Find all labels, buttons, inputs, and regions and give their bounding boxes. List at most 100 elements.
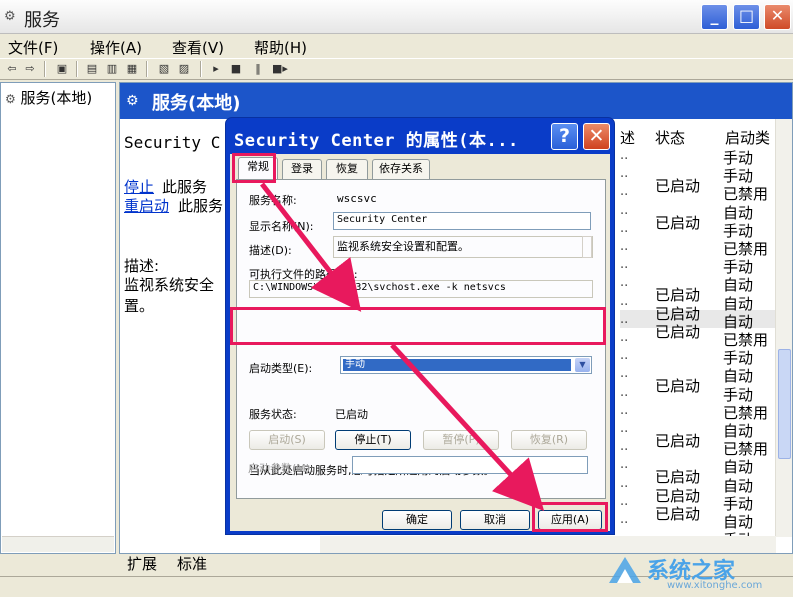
row-status[interactable]: 已启动 — [655, 503, 700, 524]
close-button[interactable]: ✕ — [764, 4, 791, 30]
menu-view[interactable]: 查看(V) — [172, 37, 224, 58]
vertical-scrollbar-thumb[interactable] — [778, 349, 791, 459]
dialog-help-button[interactable]: ? — [551, 123, 578, 150]
row-description-ellipsis: .. — [620, 366, 629, 382]
row-description-ellipsis: .. — [620, 166, 629, 182]
toolbar-separator — [76, 61, 78, 77]
column-header-description[interactable]: 述 — [620, 127, 635, 147]
highlight-startup-type — [230, 307, 606, 345]
start-service-icon[interactable]: ▸ — [208, 61, 224, 77]
refresh-icon[interactable]: ▥ — [104, 61, 120, 77]
console-tree: ⚙ 服务(本地) — [0, 82, 116, 554]
description-line-2: 置。 — [124, 297, 155, 315]
row-description-ellipsis: .. — [620, 439, 629, 455]
console-tree-icon[interactable]: ▣ — [54, 61, 70, 77]
services-gear-icon: ⚙ — [5, 92, 16, 106]
start-parameters-field[interactable] — [352, 456, 588, 474]
toolbar-separator — [200, 61, 202, 77]
properties-icon[interactable]: ▤ — [84, 61, 100, 77]
view-tabs: 扩展 标准 — [119, 553, 319, 575]
pause-button[interactable]: 暂停(P) — [423, 430, 499, 450]
row-status[interactable]: 已启动 — [655, 375, 700, 396]
start-button[interactable]: 启动(S) — [249, 430, 325, 450]
display-name-label: 显示名称(N): — [249, 220, 314, 233]
row-description-ellipsis: .. — [620, 275, 629, 291]
menu-help[interactable]: 帮助(H) — [254, 37, 307, 58]
dialog-close-button[interactable]: ✕ — [583, 123, 610, 150]
service-name-label: 服务名称: — [249, 194, 297, 207]
executable-path-field: C:\WINDOWS\System32\svchost.exe -k netsv… — [249, 280, 593, 298]
menu-action[interactable]: 操作(A) — [90, 37, 142, 58]
export-list-icon[interactable]: ▦ — [124, 61, 140, 77]
services-gear-icon: ⚙ — [4, 9, 16, 24]
stop-button[interactable]: 停止(T) — [335, 430, 411, 450]
row-description-ellipsis: .. — [620, 257, 629, 273]
highlight-apply-button — [532, 502, 608, 532]
description-label: 描述(D): — [249, 244, 292, 257]
cancel-button[interactable]: 取消 — [460, 510, 530, 530]
tab-standard[interactable]: 标准 — [177, 553, 207, 574]
tab-recovery[interactable]: 恢复 — [326, 159, 368, 179]
window-title: 服务 — [24, 10, 60, 31]
stop-service-link[interactable]: 停止 — [124, 176, 154, 197]
row-description-ellipsis: .. — [620, 311, 629, 327]
horizontal-scrollbar[interactable] — [320, 536, 776, 553]
window-titlebar[interactable]: ⚙ 服务 _ □ ✕ — [0, 0, 793, 34]
startup-type-label: 启动类型(E): — [249, 362, 313, 375]
vertical-scrollbar[interactable] — [775, 119, 792, 537]
toolbar: ⇦ ⇨ ▣ ▤ ▥ ▦ ▧ ▨ ▸ ■ ‖ ■▸ — [0, 58, 793, 80]
tree-item-services-local[interactable]: ⚙ 服务(本地) — [5, 87, 92, 108]
row-description-ellipsis: .. — [620, 293, 629, 309]
row-description-ellipsis: .. — [620, 512, 629, 527]
services-gear-icon: ⚙ — [126, 93, 139, 109]
restart-service-link[interactable]: 重启动 — [124, 195, 169, 216]
back-arrow-icon[interactable]: ⇦ — [4, 61, 20, 77]
column-header-startup-type[interactable]: 启动类 — [725, 127, 770, 147]
menubar: 文件(F) 操作(A) 查看(V) 帮助(H) — [0, 35, 793, 57]
row-description-ellipsis: .. — [620, 493, 629, 509]
pause-service-icon[interactable]: ‖ — [250, 61, 266, 77]
service-name-value: wscsvc — [337, 192, 377, 205]
row-description-ellipsis: .. — [620, 220, 629, 236]
display-name-field[interactable]: Security Center — [333, 212, 591, 230]
tab-logon[interactable]: 登录 — [282, 159, 322, 179]
service-status-value: 已启动 — [335, 408, 368, 421]
startup-type-select[interactable]: 手动 ▼ — [340, 356, 592, 374]
highlight-general-tab — [232, 153, 276, 183]
show-pane-icon[interactable]: ▨ — [176, 61, 192, 77]
row-status[interactable]: 已启动 — [655, 321, 700, 342]
row-description-ellipsis: .. — [620, 402, 629, 418]
service-status-label: 服务状态: — [249, 408, 297, 421]
row-description-ellipsis: .. — [620, 184, 629, 200]
stop-service-icon[interactable]: ■ — [228, 61, 244, 77]
menu-file[interactable]: 文件(F) — [8, 37, 58, 58]
tab-extended[interactable]: 扩展 — [127, 553, 157, 574]
tree-horizontal-scrollbar[interactable] — [2, 536, 114, 552]
help-book-icon[interactable]: ▧ — [156, 61, 172, 77]
chevron-down-icon[interactable]: ▼ — [575, 358, 590, 372]
dialog-title: Security Center 的属性(本... — [234, 131, 519, 151]
column-header-status[interactable]: 状态 — [655, 127, 685, 147]
restart-service-icon[interactable]: ■▸ — [272, 61, 288, 77]
toolbar-separator — [146, 61, 148, 77]
row-status[interactable]: 已启动 — [655, 175, 700, 196]
description-scrollbar[interactable] — [582, 236, 592, 258]
panel-title: 服务(本地) — [152, 93, 241, 114]
row-description-ellipsis: .. — [620, 348, 629, 364]
row-status[interactable]: 已启动 — [655, 430, 700, 451]
row-description-ellipsis: .. — [620, 384, 629, 400]
tree-item-label: 服务(本地) — [20, 89, 93, 107]
minimize-button[interactable]: _ — [701, 4, 728, 30]
watermark: 系统之家 www.xitonghe.com — [607, 553, 785, 593]
forward-arrow-icon[interactable]: ⇨ — [22, 61, 38, 77]
site-logo-icon — [609, 557, 641, 583]
ok-button[interactable]: 确定 — [382, 510, 452, 530]
resume-button[interactable]: 恢复(R) — [511, 430, 587, 450]
tab-dependencies[interactable]: 依存关系 — [372, 159, 430, 179]
row-description-ellipsis: .. — [620, 457, 629, 473]
panel-header: ⚙ 服务(本地) — [120, 83, 792, 119]
maximize-button[interactable]: □ — [733, 4, 760, 30]
row-status[interactable]: 已启动 — [655, 212, 700, 233]
startup-type-value: 手动 — [343, 359, 571, 371]
toolbar-separator — [44, 61, 46, 77]
